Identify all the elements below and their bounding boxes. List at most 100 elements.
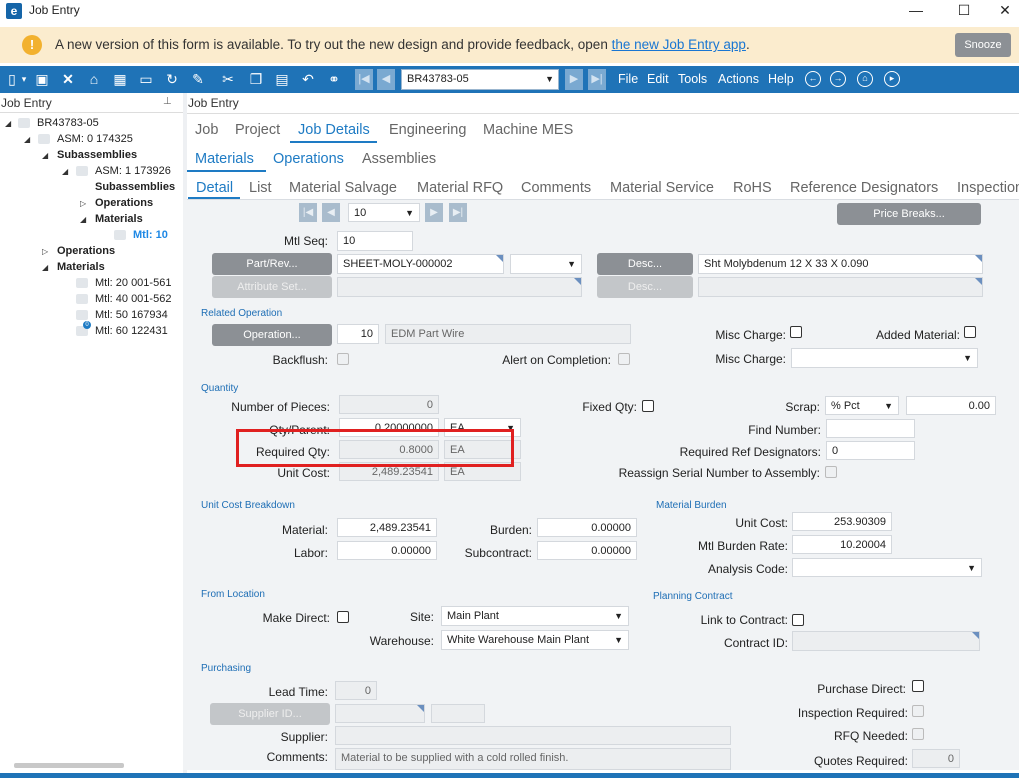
maximize-button[interactable]: ☐: [941, 0, 987, 22]
desc-button-2[interactable]: Desc...: [597, 276, 693, 298]
expand-icon[interactable]: ▷: [80, 199, 86, 208]
description-field[interactable]: Sht Molybdenum 12 X 33 X 0.090: [698, 254, 983, 274]
revision-select[interactable]: ▼: [510, 254, 582, 274]
scrap-value-field[interactable]: 0.00: [906, 396, 996, 415]
tab-job[interactable]: Job: [195, 122, 218, 138]
attribute-set-button[interactable]: Attribute Set...: [212, 276, 332, 298]
tab-list[interactable]: List: [249, 180, 272, 196]
tree-node-subassemblies-2[interactable]: Subassemblies: [95, 181, 175, 193]
alert-on-completion-checkbox[interactable]: [618, 353, 630, 365]
tree-node-mtl40[interactable]: Mtl: 40 001-562: [95, 293, 171, 305]
clear-icon[interactable]: ✎: [188, 70, 208, 89]
menu-edit[interactable]: Edit: [647, 72, 669, 86]
tab-project[interactable]: Project: [235, 122, 280, 138]
make-direct-checkbox[interactable]: [337, 611, 349, 623]
tree-node-materials[interactable]: Materials: [95, 213, 143, 225]
analysis-code-select[interactable]: ▼: [792, 558, 982, 577]
next-record-icon[interactable]: ▶: [425, 203, 443, 222]
save-icon[interactable]: ▣: [32, 70, 52, 89]
tab-materials[interactable]: Materials: [195, 151, 254, 167]
burden-cost-field[interactable]: 0.00000: [537, 518, 637, 537]
tab-material-service[interactable]: Material Service: [610, 180, 714, 196]
tab-detail[interactable]: Detail: [196, 180, 233, 196]
next-record-icon[interactable]: ▶: [565, 69, 583, 90]
find-number-field[interactable]: [826, 419, 915, 438]
collapse-icon[interactable]: ◢: [80, 215, 86, 224]
tree-node-operations[interactable]: Operations: [95, 197, 153, 209]
tab-comments[interactable]: Comments: [521, 180, 591, 196]
tab-engineering[interactable]: Engineering: [389, 122, 466, 138]
description-field-2[interactable]: [698, 277, 983, 297]
tree-node-asm0[interactable]: ASM: 0 174325: [57, 133, 133, 145]
job-number-select[interactable]: BR43783-05 ▼: [401, 69, 559, 90]
play-icon[interactable]: ▸: [884, 71, 900, 87]
subcontract-cost-field[interactable]: 0.00000: [537, 541, 637, 560]
comments-field[interactable]: Material to be supplied with a cold roll…: [335, 748, 731, 770]
menu-tools[interactable]: Tools: [678, 72, 707, 86]
tab-assemblies[interactable]: Assemblies: [362, 151, 436, 167]
operation-number-field[interactable]: 10: [337, 324, 379, 344]
part-number-field[interactable]: SHEET-MOLY-000002: [337, 254, 504, 274]
tab-rohs[interactable]: RoHS: [733, 180, 772, 196]
added-material-checkbox[interactable]: [964, 326, 976, 338]
menu-actions[interactable]: Actions: [718, 72, 759, 86]
collapse-icon[interactable]: ◢: [42, 151, 48, 160]
menu-help[interactable]: Help: [768, 72, 794, 86]
expand-icon[interactable]: ▷: [42, 247, 48, 256]
minimize-button[interactable]: —: [893, 0, 939, 22]
tab-operations[interactable]: Operations: [273, 151, 344, 167]
labor-cost-field[interactable]: 0.00000: [337, 541, 437, 560]
site-select[interactable]: Main Plant ▼: [441, 606, 629, 626]
tree-node-mtl10[interactable]: Mtl: 10: [133, 229, 168, 241]
supplier-id-button[interactable]: Supplier ID...: [210, 703, 330, 725]
refresh-icon[interactable]: ↻: [162, 70, 182, 89]
collapse-icon[interactable]: ◢: [62, 167, 68, 176]
collapse-icon[interactable]: ◢: [5, 119, 11, 128]
back-icon[interactable]: ←: [805, 71, 821, 87]
required-ref-designators-field[interactable]: 0: [826, 441, 915, 460]
link-to-contract-checkbox[interactable]: [792, 614, 804, 626]
first-record-icon[interactable]: |◀: [355, 69, 373, 90]
tree-node-asm1[interactable]: ASM: 1 173926: [95, 165, 171, 177]
tab-job-details[interactable]: Job Details: [298, 122, 370, 138]
backflush-checkbox[interactable]: [337, 353, 349, 365]
operation-button[interactable]: Operation...: [212, 324, 332, 346]
warehouse-select[interactable]: White Warehouse Main Plant ▼: [441, 630, 629, 650]
close-window-button[interactable]: ✕: [982, 0, 1019, 22]
inspection-required-checkbox[interactable]: [912, 705, 924, 717]
pin-icon[interactable]: ⊥: [163, 96, 172, 107]
desc-button[interactable]: Desc...: [597, 253, 693, 275]
copy-icon[interactable]: ❐: [246, 70, 266, 89]
home-icon[interactable]: ⌂: [857, 71, 873, 87]
new-app-link[interactable]: the new Job Entry app: [612, 37, 746, 52]
paste-icon[interactable]: ▤: [272, 70, 292, 89]
snooze-button[interactable]: Snooze: [955, 33, 1011, 57]
material-cost-field[interactable]: 2,489.23541: [337, 518, 437, 537]
horizontal-scrollbar[interactable]: [14, 763, 124, 768]
menu-file[interactable]: File: [618, 72, 638, 86]
mtl-burden-rate-field[interactable]: 10.20004: [792, 535, 892, 554]
first-record-icon[interactable]: |◀: [299, 203, 317, 222]
tab-inspection[interactable]: Inspection: [957, 180, 1019, 196]
misc-charge-checkbox[interactable]: [790, 326, 802, 338]
tree-node-operations-2[interactable]: Operations: [57, 245, 115, 257]
reassign-serial-checkbox[interactable]: [825, 466, 837, 478]
tree-node-mtl60[interactable]: Mtl: 60 122431: [95, 325, 168, 337]
purchase-direct-checkbox[interactable]: [912, 680, 924, 692]
collapse-icon[interactable]: ◢: [42, 263, 48, 272]
price-breaks-button[interactable]: Price Breaks...: [837, 203, 981, 225]
new-dropdown-icon[interactable]: ▾: [14, 70, 34, 89]
grid-icon[interactable]: ▦: [110, 70, 130, 89]
previous-record-icon[interactable]: ◀: [322, 203, 340, 222]
rfq-needed-checkbox[interactable]: [912, 728, 924, 740]
tree-node-subassemblies[interactable]: Subassemblies: [57, 149, 137, 161]
tab-material-salvage[interactable]: Material Salvage: [289, 180, 397, 196]
fixed-qty-checkbox[interactable]: [642, 400, 654, 412]
part-rev-button[interactable]: Part/Rev...: [212, 253, 332, 275]
forward-icon[interactable]: →: [830, 71, 846, 87]
last-record-icon[interactable]: ▶|: [588, 69, 606, 90]
factory-icon[interactable]: ⌂: [84, 70, 104, 89]
previous-record-icon[interactable]: ◀: [377, 69, 395, 90]
mb-unit-cost-field[interactable]: 253.90309: [792, 512, 892, 531]
tree-node-mtl20[interactable]: Mtl: 20 001-561: [95, 277, 171, 289]
